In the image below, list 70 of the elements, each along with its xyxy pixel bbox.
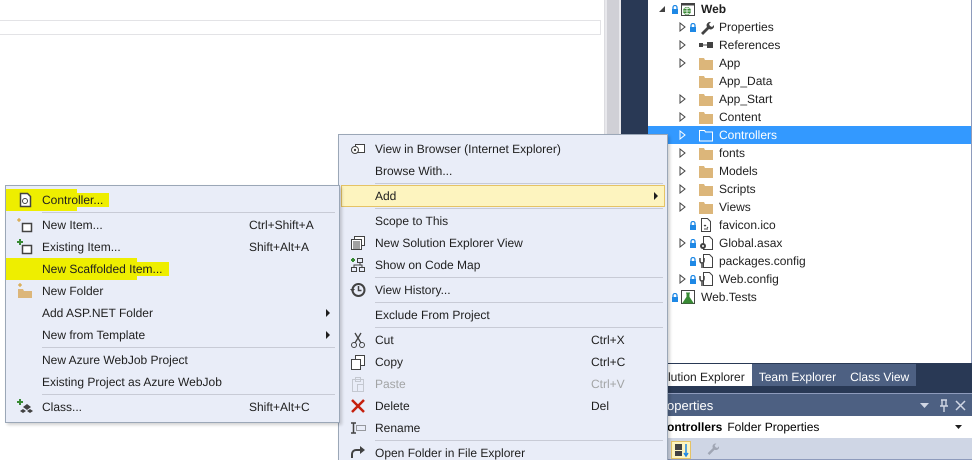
collapsed-arrow-icon[interactable] bbox=[679, 58, 686, 68]
collapsed-arrow-icon[interactable] bbox=[679, 238, 686, 248]
close-icon[interactable] bbox=[955, 400, 966, 410]
add-existing-item-icon bbox=[17, 239, 33, 255]
collapsed-arrow-icon[interactable] bbox=[679, 40, 686, 50]
diagram-icon bbox=[350, 257, 366, 273]
flask-icon bbox=[680, 289, 696, 305]
collapsed-arrow-icon[interactable] bbox=[679, 274, 686, 284]
tool-tab[interactable]: Team Explorer bbox=[752, 364, 844, 386]
menu-item[interactable]: Controller... bbox=[8, 189, 337, 211]
expanded-arrow-icon[interactable] bbox=[658, 5, 666, 13]
folder-icon bbox=[698, 127, 714, 143]
menu-item[interactable]: New Scaffolded Item... bbox=[8, 258, 337, 280]
rename-icon bbox=[350, 420, 366, 436]
menu-item[interactable]: Class... Shift+Alt+C bbox=[8, 396, 337, 418]
collapsed-arrow-icon[interactable] bbox=[679, 94, 686, 104]
window-list-icon bbox=[350, 235, 366, 251]
image-file-icon bbox=[698, 217, 714, 233]
clipboard-icon bbox=[350, 376, 366, 392]
sort-alphabetical-icon[interactable] bbox=[671, 441, 691, 459]
delete-icon bbox=[350, 398, 366, 414]
controller-file-icon bbox=[17, 192, 33, 208]
new-folder-icon bbox=[17, 283, 33, 299]
tree-item[interactable]: App_Data bbox=[656, 72, 971, 90]
new-item-icon bbox=[17, 217, 33, 233]
return-arrow-icon bbox=[350, 445, 366, 460]
collapsed-arrow-icon[interactable] bbox=[679, 166, 686, 176]
highlighter-mark: New Scaffolded Item... bbox=[42, 262, 169, 276]
highlighter-mark: Controller... bbox=[42, 193, 110, 207]
gear-file-icon bbox=[698, 235, 714, 251]
folder-icon bbox=[698, 91, 714, 107]
panel-title: operties bbox=[667, 398, 714, 412]
menu-item[interactable]: New from Template bbox=[8, 324, 337, 346]
collapsed-arrow-icon[interactable] bbox=[679, 112, 686, 122]
menu-item[interactable]: Exclude From Project bbox=[341, 304, 665, 326]
tree-item[interactable]: References bbox=[656, 36, 971, 54]
folder-icon bbox=[698, 181, 714, 197]
collapsed-arrow-icon[interactable] bbox=[679, 22, 686, 32]
menu-item[interactable]: Open Folder in File Explorer bbox=[341, 442, 665, 460]
collapsed-arrow-icon[interactable] bbox=[679, 202, 686, 212]
collapsed-arrow-icon[interactable] bbox=[679, 148, 686, 158]
menu-item[interactable]: Existing Project as Azure WebJob bbox=[8, 371, 337, 393]
folder-icon bbox=[698, 163, 714, 179]
menu-item[interactable]: New Item... Ctrl+Shift+A bbox=[8, 214, 337, 236]
scissors-icon bbox=[350, 332, 366, 348]
tree-item[interactable]: Content bbox=[656, 108, 971, 126]
menu-item[interactable]: Cut Ctrl+X bbox=[341, 329, 665, 351]
config-file-icon bbox=[698, 253, 714, 269]
config-file-icon bbox=[698, 271, 714, 287]
menu-item[interactable]: Delete Del bbox=[341, 395, 665, 417]
menu-item[interactable]: Add bbox=[341, 185, 665, 207]
tree-item[interactable]: App_Start bbox=[656, 90, 971, 108]
pin-icon[interactable] bbox=[939, 398, 949, 412]
class-icon bbox=[17, 399, 33, 415]
tree-item[interactable]: App bbox=[656, 54, 971, 72]
browser-window-icon bbox=[350, 141, 366, 157]
tree-item[interactable]: Web bbox=[656, 0, 971, 18]
collapsed-arrow-icon[interactable] bbox=[679, 184, 686, 194]
folder-icon bbox=[698, 73, 714, 89]
copy-icon bbox=[350, 354, 366, 370]
menu-item[interactable]: Existing Item... Shift+Alt+A bbox=[8, 236, 337, 258]
dropdown-arrow-icon[interactable] bbox=[955, 425, 962, 429]
history-icon bbox=[350, 282, 366, 298]
folder-icon bbox=[698, 199, 714, 215]
menu-item[interactable]: New Folder bbox=[8, 280, 337, 302]
tree-item[interactable]: Properties bbox=[656, 18, 971, 36]
tool-tab[interactable]: Class View bbox=[843, 364, 916, 386]
folder-icon bbox=[698, 55, 714, 71]
menu-item[interactable]: Add ASP.NET Folder bbox=[8, 302, 337, 324]
menu-item[interactable]: New Azure WebJob Project bbox=[8, 349, 337, 371]
